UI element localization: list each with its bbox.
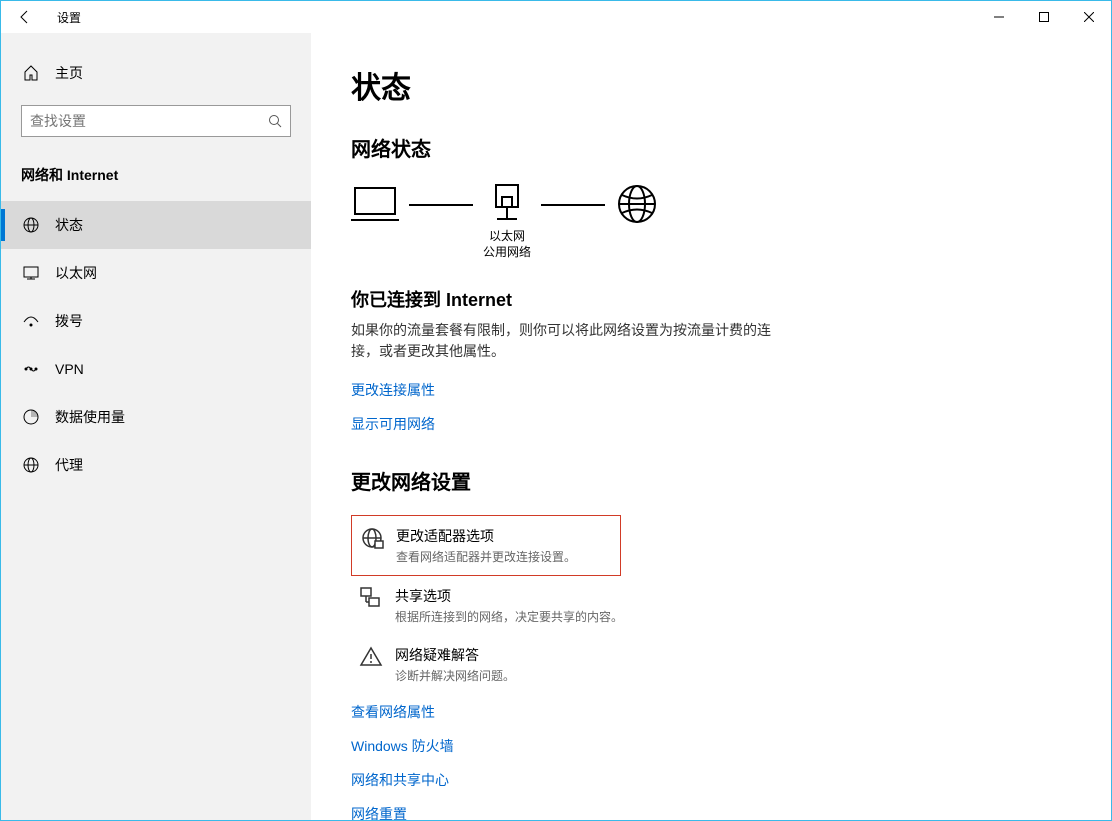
main-content: 状态 网络状态 <box>311 33 1111 820</box>
option-sub: 查看网络适配器并更改连接设置。 <box>396 548 576 565</box>
pc-icon <box>351 184 399 224</box>
change-properties-link[interactable]: 更改连接属性 <box>351 380 1071 400</box>
globe-node <box>615 182 659 262</box>
nav-ethernet[interactable]: 以太网 <box>1 249 311 297</box>
nav-label: 数据使用量 <box>55 407 125 427</box>
home-label: 主页 <box>55 63 83 83</box>
nav-data-usage[interactable]: 数据使用量 <box>1 393 311 441</box>
warning-icon <box>357 645 385 669</box>
pc-node <box>351 184 399 260</box>
nav-vpn[interactable]: VPN <box>1 345 311 393</box>
option-title: 更改适配器选项 <box>396 526 576 546</box>
router-icon <box>490 183 524 223</box>
connected-desc: 如果你的流量套餐有限制，则你可以将此网络设置为按流量计费的连接，或者更改其他属性… <box>351 320 771 362</box>
page-heading: 状态 <box>351 63 1071 107</box>
connected-heading: 你已连接到 Internet <box>351 286 1071 312</box>
vpn-icon <box>21 360 41 378</box>
search-icon <box>268 114 282 128</box>
option-title: 共享选项 <box>395 586 623 606</box>
search-input[interactable] <box>30 113 268 129</box>
back-button[interactable] <box>1 1 49 33</box>
globe-icon <box>615 182 659 226</box>
home-nav[interactable]: 主页 <box>1 53 311 93</box>
diagram-network-type: 公用网络 <box>483 245 531 261</box>
nav-label: 代理 <box>55 455 83 475</box>
change-settings-heading: 更改网络设置 <box>351 466 1071 495</box>
link-network-reset[interactable]: 网络重置 <box>351 804 1071 820</box>
home-icon <box>21 65 41 81</box>
nav-label: 拨号 <box>55 311 83 331</box>
nav-label: 以太网 <box>55 263 97 283</box>
option-sharing[interactable]: 共享选项 根据所连接到的网络，决定要共享的内容。 <box>351 576 1071 635</box>
ethernet-icon <box>21 264 41 282</box>
nav-status[interactable]: 状态 <box>1 201 311 249</box>
adapter-icon <box>358 526 386 550</box>
link-sharing-center[interactable]: 网络和共享中心 <box>351 770 1071 790</box>
diagram-ethernet-label: 以太网 <box>483 229 531 245</box>
status-icon <box>21 216 41 234</box>
titlebar: 设置 <box>1 1 1111 33</box>
connection-line <box>409 204 473 206</box>
option-sub: 诊断并解决网络问题。 <box>395 667 515 684</box>
connection-line <box>541 204 605 206</box>
search-box[interactable] <box>21 105 291 137</box>
maximize-button[interactable] <box>1021 1 1066 33</box>
option-sub: 根据所连接到的网络，决定要共享的内容。 <box>395 608 623 625</box>
close-button[interactable] <box>1066 1 1111 33</box>
nav-dialup[interactable]: 拨号 <box>1 297 311 345</box>
dialup-icon <box>21 312 41 330</box>
option-adapter-settings[interactable]: 更改适配器选项 查看网络适配器并更改连接设置。 <box>351 515 621 576</box>
option-troubleshoot[interactable]: 网络疑难解答 诊断并解决网络问题。 <box>351 635 1071 694</box>
router-node: 以太网 公用网络 <box>483 183 531 260</box>
minimize-button[interactable] <box>976 1 1021 33</box>
window-title: 设置 <box>57 9 81 26</box>
show-networks-link[interactable]: 显示可用网络 <box>351 414 1071 434</box>
nav-proxy[interactable]: 代理 <box>1 441 311 489</box>
proxy-icon <box>21 456 41 474</box>
sharing-icon <box>357 586 385 610</box>
option-title: 网络疑难解答 <box>395 645 515 665</box>
link-network-properties[interactable]: 查看网络属性 <box>351 702 1071 722</box>
data-usage-icon <box>21 408 41 426</box>
nav-label: 状态 <box>55 215 83 235</box>
sidebar: 主页 网络和 Internet 状态 以太网 <box>1 33 311 820</box>
network-diagram: 以太网 公用网络 <box>351 182 1071 262</box>
sidebar-section-label: 网络和 Internet <box>1 157 311 201</box>
nav-label: VPN <box>55 361 84 377</box>
network-status-heading: 网络状态 <box>351 133 1071 162</box>
link-firewall[interactable]: Windows 防火墙 <box>351 736 1071 756</box>
